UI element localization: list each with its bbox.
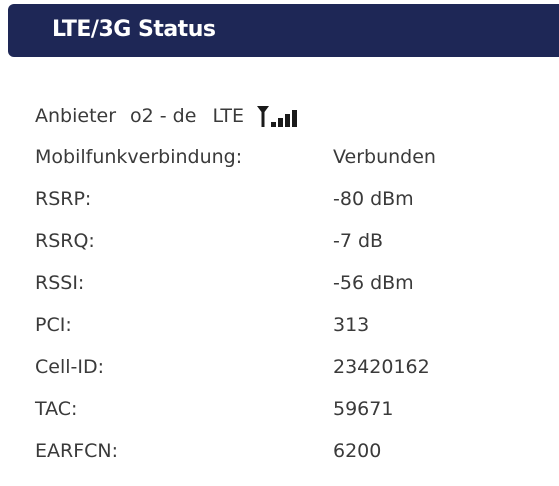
- signal-bar: [285, 114, 291, 127]
- signal-strength-icon: [256, 104, 298, 128]
- status-row-label: PCI:: [35, 314, 72, 336]
- status-row-value: -7 dB: [333, 230, 384, 252]
- status-row-value: 6200: [333, 440, 382, 462]
- panel-title: LTE/3G Status: [52, 17, 216, 42]
- provider-name: o2 - de: [130, 105, 197, 127]
- status-row-label: RSRQ:: [35, 230, 95, 252]
- status-row-label: Mobilfunkverbindung:: [35, 146, 243, 168]
- network-technology: LTE: [212, 105, 245, 127]
- signal-bars: [271, 110, 298, 127]
- signal-bar: [292, 110, 298, 127]
- status-row-label: RSSI:: [35, 272, 85, 294]
- status-row-value: -56 dBm: [333, 272, 414, 294]
- status-row-value: 23420162: [333, 356, 430, 378]
- status-row-label: RSRP:: [35, 188, 92, 210]
- provider-row: Anbieter o2 - de LTE: [35, 102, 298, 130]
- status-row-value: 59671: [333, 398, 394, 420]
- signal-strength-svg: [257, 106, 298, 127]
- signal-bar: [278, 118, 284, 127]
- antenna-glyph: [257, 106, 270, 127]
- status-row-label: EARFCN:: [35, 440, 119, 462]
- panel-header: LTE/3G Status: [8, 4, 559, 57]
- lte-status-panel: LTE/3G Status Anbieter o2 - de LTE Mobil…: [0, 0, 559, 486]
- status-row-label: Cell-ID:: [35, 356, 105, 378]
- provider-label: Anbieter: [35, 105, 117, 127]
- status-row-value: -80 dBm: [333, 188, 414, 210]
- signal-bar: [271, 122, 277, 127]
- status-row-value: 313: [333, 314, 370, 336]
- status-row-value: Verbunden: [333, 146, 436, 168]
- status-row-label: TAC:: [35, 398, 78, 420]
